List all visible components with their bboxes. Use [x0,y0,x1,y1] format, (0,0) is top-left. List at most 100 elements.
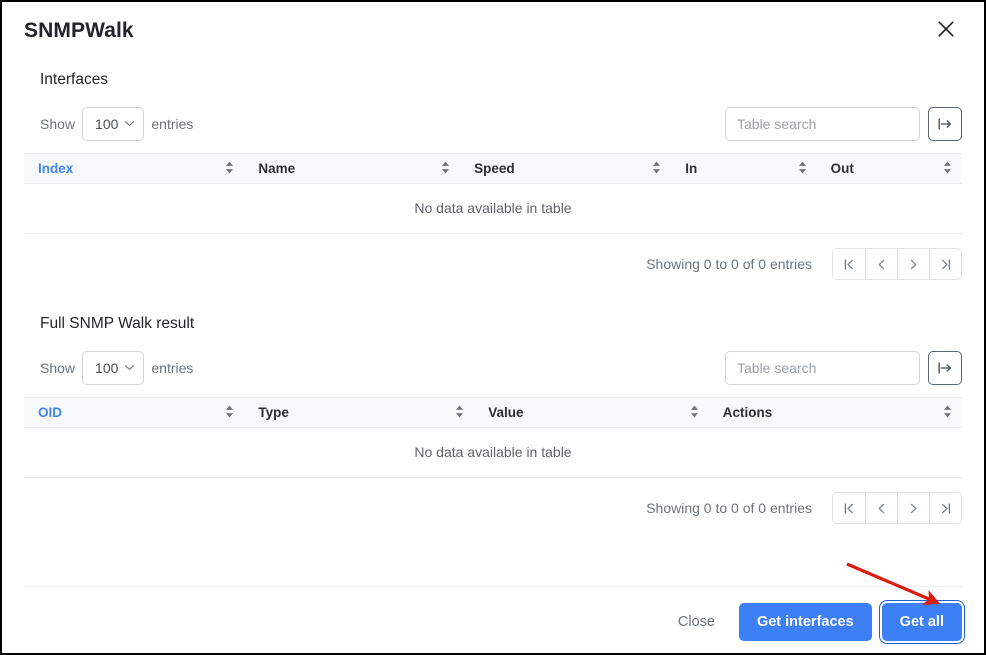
next-page-button[interactable] [897,493,929,523]
sort-icon [441,160,450,177]
show-label: Show [40,116,76,132]
first-page-icon [844,258,853,270]
export-arrow-icon-glyph [938,118,951,130]
sort-icon [798,160,807,177]
column-header-actions[interactable]: Actions [708,397,962,428]
pagination-interfaces [832,248,962,280]
showing-entries-info: Showing 0 to 0 of 0 entries [646,500,812,516]
table-row: No data available in table [24,183,962,234]
last-page-button[interactable] [929,249,961,279]
get-interfaces-button[interactable]: Get interfaces [738,603,872,641]
sort-icon-glyph [442,161,450,173]
show-label: Show [40,360,76,376]
column-header-label: Index [38,161,74,176]
sort-icon [943,404,952,421]
section-title-full-snmp-walk-result: Full SNMP Walk result [40,315,195,332]
column-header-index[interactable]: Index [24,153,245,184]
first-page-button[interactable] [833,493,865,523]
column-header-label: Type [258,405,289,420]
entries-per-page-value: 100 [95,116,119,132]
column-header-out[interactable]: Out [816,153,962,184]
chevron-down-icon [124,116,135,132]
column-header-label: Name [258,161,296,176]
table-footer-full-walk: Showing 0 to 0 of 0 entries [24,478,962,524]
search-area-interfaces [725,107,962,141]
table-row: No data available in table [24,427,962,478]
entries-per-page-select[interactable]: 100 [82,351,145,385]
search-input[interactable] [725,351,920,385]
previous-page-button[interactable] [865,249,897,279]
sort-icon-glyph [798,161,806,173]
column-header-name[interactable]: Name [244,153,461,184]
table-controls-full-walk: Show 100 entries [24,334,962,387]
sort-icon [225,160,234,177]
close-button[interactable]: Close [664,606,729,638]
column-header-type[interactable]: Type [244,397,475,428]
last-page-icon [941,502,951,514]
full-walk-table: OID Type Value Actions No data available… [24,397,962,478]
sort-icon-glyph [456,405,464,417]
sort-icon [225,404,234,421]
close-icon-glyph [938,21,954,37]
sort-icon-glyph [653,161,661,173]
empty-table-message: No data available in table [24,183,962,234]
search-area-full-walk [725,351,962,385]
column-header-label: Actions [722,405,773,420]
column-header-speed[interactable]: Speed [460,153,672,184]
modal-header: SNMPWalk [2,2,984,42]
showing-entries-info: Showing 0 to 0 of 0 entries [646,256,812,272]
entries-label: entries [151,360,194,376]
next-page-button[interactable] [897,249,929,279]
previous-page-button[interactable] [865,493,897,523]
first-page-icon [844,502,853,514]
entries-per-page-select[interactable]: 100 [82,107,145,141]
chevron-down-icon [124,360,135,376]
entries-per-page-value: 100 [95,360,119,376]
column-header-value[interactable]: Value [474,397,709,428]
get-all-button[interactable]: Get all [881,603,962,641]
sort-icon-glyph [226,405,234,417]
first-page-button[interactable] [833,249,865,279]
export-arrow-icon-glyph [938,362,951,374]
column-header-label: Out [830,161,854,176]
column-header-label: Value [488,405,524,420]
sort-icon [943,160,952,177]
sort-icon-glyph [944,161,951,173]
section-interfaces: Interfaces Show 100 entries Table search… [24,42,962,280]
export-arrow-icon[interactable] [928,107,962,141]
previous-page-icon [878,503,885,513]
length-menu-full-walk: Show 100 entries [40,351,193,385]
previous-page-icon [878,259,885,269]
snmpwalk-modal: SNMPWalk Interfaces Show 100 entries Tab… [0,0,986,655]
column-header-label: OID [38,405,63,420]
length-menu-interfaces: Show 100 entries [40,107,193,141]
export-arrow-icon[interactable] [928,351,962,385]
search-input[interactable] [725,107,920,141]
last-page-icon [941,258,951,270]
empty-table-message: No data available in table [24,427,962,478]
interfaces-table: Index Name Speed In Out No data availabl… [24,153,962,234]
sort-icon-glyph [944,405,951,417]
column-header-in[interactable]: In [671,153,817,184]
sort-icon [652,160,661,177]
section-title-interfaces: Interfaces [40,71,109,88]
pagination-full-walk [832,492,962,524]
column-header-label: Speed [474,161,515,176]
table-header-row: OID Type Value Actions [24,397,962,428]
table-controls-interfaces: Show 100 entries [24,90,962,143]
page-title: SNMPWalk [24,19,134,42]
table-footer-interfaces: Showing 0 to 0 of 0 entries [24,234,962,280]
column-header-oid[interactable]: OID [24,397,245,428]
close-icon[interactable] [932,15,960,43]
sort-icon [690,404,699,421]
modal-body: Interfaces Show 100 entries Table search… [2,42,984,524]
last-page-button[interactable] [929,493,961,523]
next-page-icon [910,259,917,269]
sort-icon [455,404,464,421]
column-header-label: In [685,161,698,176]
modal-footer: Close Get interfaces Get all [24,586,962,641]
table-header-row: Index Name Speed In Out [24,153,962,184]
section-full-snmp-walk-result: Full SNMP Walk result Show 100 entries T… [24,280,962,524]
next-page-icon [910,503,917,513]
sort-icon-glyph [226,161,234,173]
